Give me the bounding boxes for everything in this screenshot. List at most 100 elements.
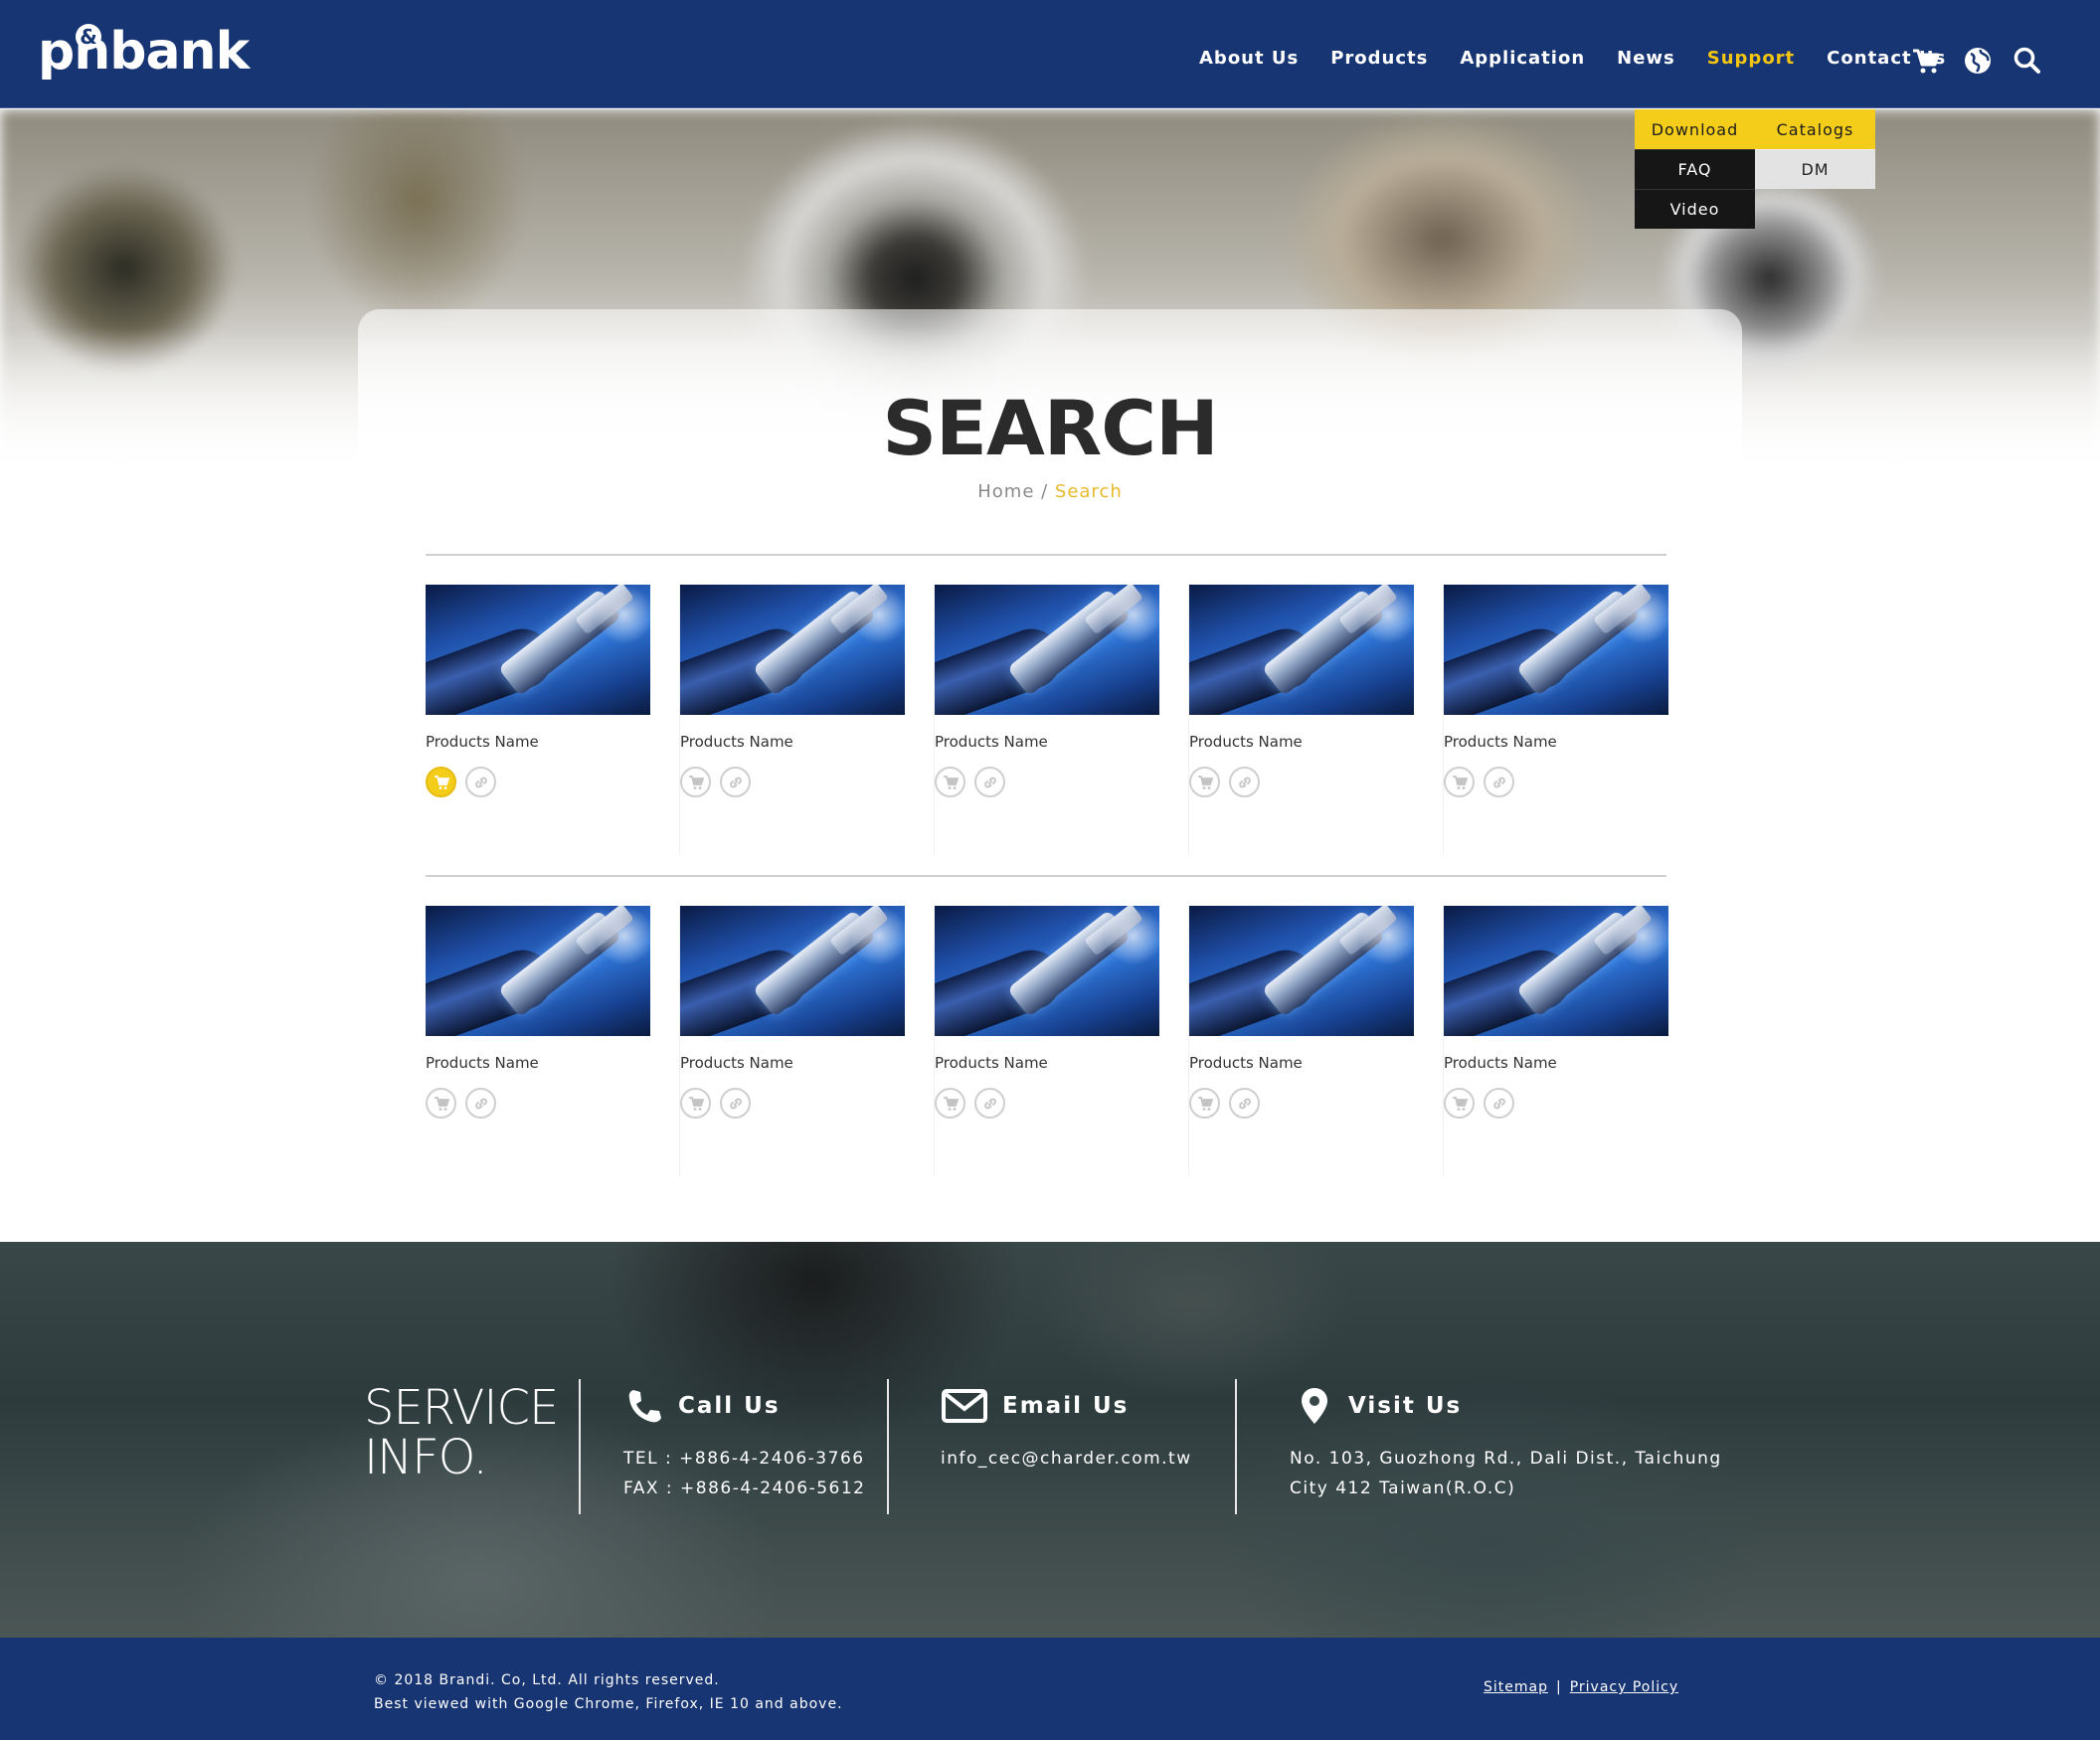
add-to-cart-button[interactable]: [935, 767, 965, 797]
product-link-button[interactable]: [1484, 767, 1514, 797]
cart-icon: [688, 775, 704, 789]
product-name[interactable]: Products Name: [1189, 733, 1443, 751]
product-name[interactable]: Products Name: [680, 1054, 934, 1072]
product-card: Products Name: [1444, 906, 1668, 1176]
page-title: SEARCH: [882, 384, 1218, 472]
add-to-cart-button[interactable]: [680, 767, 711, 797]
link-icon: [1238, 777, 1251, 787]
cart-icon: [688, 1096, 704, 1111]
title-panel: SEARCH Home / Search: [358, 309, 1742, 528]
product-thumbnail[interactable]: [935, 906, 1159, 1036]
product-link-button[interactable]: [974, 767, 1005, 797]
menu-item-dm[interactable]: DM: [1755, 149, 1875, 189]
nav-item-application[interactable]: Application: [1460, 48, 1585, 69]
add-to-cart-button[interactable]: [426, 1088, 456, 1119]
cart-icon: [434, 1096, 449, 1111]
product-thumbnail[interactable]: [1444, 585, 1668, 715]
product-thumbnail[interactable]: [1189, 906, 1414, 1036]
product-thumbnail[interactable]: [680, 906, 905, 1036]
divider: [1235, 1379, 1237, 1514]
product-card: Products Name: [935, 585, 1189, 855]
product-link-button[interactable]: [1229, 1088, 1260, 1119]
search-results-grid: Products Name Products Name Products Name P…: [426, 554, 1668, 1176]
product-name[interactable]: Products Name: [1444, 1054, 1666, 1072]
product-link-button[interactable]: [974, 1088, 1005, 1119]
product-thumbnail[interactable]: [1189, 585, 1414, 715]
nav-item-products[interactable]: Products: [1330, 48, 1428, 69]
link-icon: [729, 1098, 742, 1109]
product-name[interactable]: Products Name: [935, 733, 1188, 751]
row-divider: [426, 554, 1666, 556]
product-thumbnail[interactable]: [426, 906, 650, 1036]
breadcrumb-separator: /: [1034, 481, 1055, 502]
add-to-cart-button[interactable]: [1444, 767, 1475, 797]
product-actions: [1444, 1088, 1666, 1119]
link-icon: [983, 777, 996, 787]
add-to-cart-button[interactable]: [1444, 1088, 1475, 1119]
product-name[interactable]: Products Name: [680, 733, 934, 751]
product-link-button[interactable]: [465, 767, 496, 797]
nav-item-about-us[interactable]: About Us: [1199, 48, 1299, 69]
product-thumbnail[interactable]: [680, 585, 905, 715]
product-card: Products Name: [1444, 585, 1668, 855]
cart-icon: [1452, 1096, 1468, 1111]
product-link-button[interactable]: [720, 767, 751, 797]
email-address-link[interactable]: info_cec@charder.com.tw: [941, 1449, 1192, 1469]
add-to-cart-button[interactable]: [1189, 767, 1220, 797]
search-icon[interactable]: [2012, 46, 2042, 76]
product-link-button[interactable]: [465, 1088, 496, 1119]
product-thumbnail[interactable]: [426, 585, 650, 715]
nav-item-news[interactable]: News: [1617, 48, 1675, 69]
product-link-button[interactable]: [1229, 767, 1260, 797]
visit-us-heading: Visit Us: [1295, 1386, 1462, 1426]
product-name[interactable]: Products Name: [1189, 1054, 1443, 1072]
product-actions: [426, 767, 679, 797]
menu-item-download[interactable]: Download: [1635, 109, 1755, 149]
cart-icon: [434, 775, 449, 789]
phone-icon: [628, 1390, 661, 1423]
add-to-cart-button[interactable]: [680, 1088, 711, 1119]
cart-icon[interactable]: [1911, 46, 1941, 76]
privacy-policy-link[interactable]: Privacy Policy: [1570, 1679, 1678, 1695]
product-name[interactable]: Products Name: [1444, 733, 1666, 751]
product-name[interactable]: Products Name: [426, 733, 679, 751]
product-thumbnail[interactable]: [935, 585, 1159, 715]
product-card: Products Name: [426, 906, 680, 1176]
service-background-image: [0, 1242, 2100, 1638]
sitemap-link[interactable]: Sitemap: [1484, 1679, 1548, 1695]
tel-text[interactable]: TEL : +886-4-2406-3766: [623, 1449, 865, 1469]
product-name[interactable]: Products Name: [935, 1054, 1188, 1072]
fax-text: FAX : +886-4-2406-5612: [623, 1479, 866, 1498]
cart-icon: [943, 1096, 959, 1111]
link-icon: [1492, 777, 1505, 787]
footer-links: Sitemap | Privacy Policy: [1484, 1679, 1678, 1695]
menu-item-catalogs[interactable]: Catalogs: [1755, 109, 1875, 149]
nav-item-support[interactable]: Support: [1707, 48, 1795, 69]
menu-item-faq[interactable]: FAQ: [1635, 149, 1755, 189]
product-actions: [1189, 767, 1443, 797]
row-divider: [426, 875, 1666, 877]
product-actions: [680, 767, 934, 797]
browser-note: Best viewed with Google Chrome, Firefox,…: [374, 1696, 843, 1712]
brand-logo[interactable]: pnbank &: [38, 20, 266, 91]
link-icon: [1492, 1098, 1505, 1109]
product-actions: [935, 1088, 1188, 1119]
product-thumbnail[interactable]: [1444, 906, 1668, 1036]
add-to-cart-button[interactable]: [1189, 1088, 1220, 1119]
main-nav: About Us Products Application News Suppo…: [1199, 48, 1978, 69]
link-icon: [474, 777, 487, 787]
product-link-button[interactable]: [1484, 1088, 1514, 1119]
breadcrumb-home-link[interactable]: Home: [977, 481, 1034, 502]
product-card: Products Name: [1189, 585, 1444, 855]
add-to-cart-button[interactable]: [935, 1088, 965, 1119]
product-card: Products Name: [426, 585, 680, 855]
support-dropdown-menu: Download Catalogs FAQ DM Video: [1635, 109, 1875, 229]
globe-icon[interactable]: [1963, 46, 1993, 76]
menu-item-video[interactable]: Video: [1635, 189, 1755, 229]
add-to-cart-button[interactable]: [426, 767, 456, 797]
product-name[interactable]: Products Name: [426, 1054, 679, 1072]
service-info-title: SERVICE INFO.: [364, 1380, 559, 1485]
product-card: Products Name: [935, 906, 1189, 1176]
product-actions: [426, 1088, 679, 1119]
product-link-button[interactable]: [720, 1088, 751, 1119]
